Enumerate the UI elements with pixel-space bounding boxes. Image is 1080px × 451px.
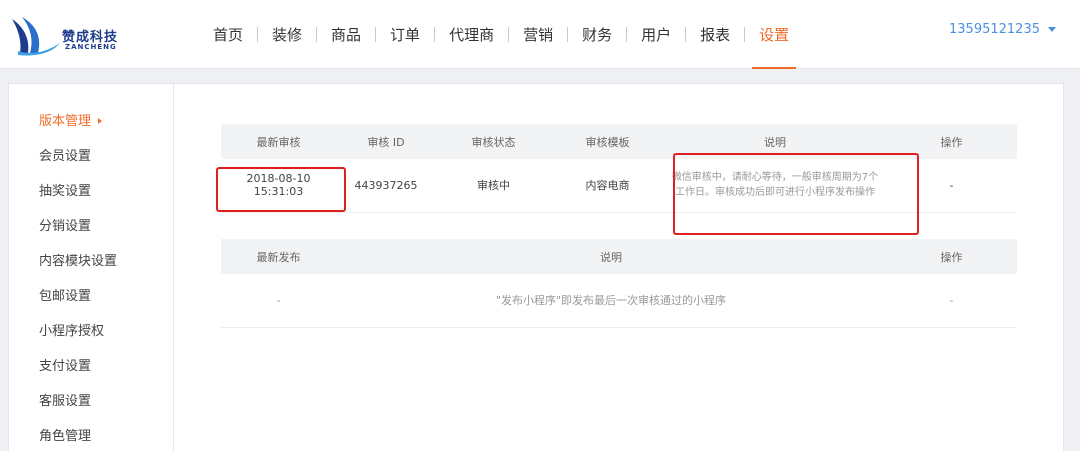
sidebar-item-version[interactable]: 版本管理 xyxy=(9,112,173,147)
arrow-right-icon xyxy=(98,117,103,124)
nav-item-marketing[interactable]: 营销 xyxy=(509,0,567,69)
main-nav: 首页 装修 商品 订单 代理商 营销 财务 用户 报表 设置 xyxy=(199,0,803,69)
audit-status: 审核中 xyxy=(436,159,551,213)
column-header: 最新审核 xyxy=(221,124,336,159)
column-header: 最新发布 xyxy=(221,239,336,274)
settings-sidebar: 版本管理 会员设置 抽奖设置 分销设置 内容模块设置 包邮设置 小程序授权 支付… xyxy=(9,84,174,451)
sidebar-item-label: 版本管理 xyxy=(39,114,92,129)
column-header: 审核 ID xyxy=(336,124,436,159)
logo-mark-icon xyxy=(12,17,60,56)
audit-id: 443937265 xyxy=(336,159,436,213)
sidebar-item-customer-service[interactable]: 客服设置 xyxy=(9,392,173,427)
user-menu[interactable]: 13595121235 xyxy=(949,22,1056,37)
sidebar-item-content-module[interactable]: 内容模块设置 xyxy=(9,252,173,287)
sidebar-item-distribution[interactable]: 分销设置 xyxy=(9,217,173,252)
release-note: "发布小程序"即发布最后一次审核通过的小程序 xyxy=(336,274,886,328)
highlight-box-time xyxy=(216,167,346,212)
sidebar-item-miniprogram-auth[interactable]: 小程序授权 xyxy=(9,322,173,357)
nav-item-home[interactable]: 首页 xyxy=(199,0,257,69)
nav-item-settings[interactable]: 设置 xyxy=(745,0,803,69)
top-header: 赞成科技 ZANCHENG 首页 装修 商品 订单 代理商 营销 财务 用户 报… xyxy=(0,0,1080,69)
nav-item-products[interactable]: 商品 xyxy=(317,0,375,69)
nav-item-reports[interactable]: 报表 xyxy=(686,0,744,69)
nav-item-users[interactable]: 用户 xyxy=(627,0,685,69)
content-panel: 版本管理 会员设置 抽奖设置 分销设置 内容模块设置 包邮设置 小程序授权 支付… xyxy=(8,83,1064,451)
brand-name-en: ZANCHENG xyxy=(65,43,117,51)
release-latest: - xyxy=(221,274,336,328)
column-header: 审核模板 xyxy=(551,124,664,159)
nav-item-orders[interactable]: 订单 xyxy=(376,0,434,69)
release-action: - xyxy=(886,274,1017,328)
column-header: 审核状态 xyxy=(436,124,551,159)
brand-logo[interactable]: 赞成科技 ZANCHENG xyxy=(6,10,136,60)
sidebar-item-member[interactable]: 会员设置 xyxy=(9,147,173,182)
highlight-box-note xyxy=(673,153,919,235)
column-header: 说明 xyxy=(336,239,886,274)
sidebar-item-payment[interactable]: 支付设置 xyxy=(9,357,173,392)
release-table: 最新发布 说明 操作 - "发布小程序"即发布最后一次审核通过的小程序 - xyxy=(221,239,1017,328)
table-header-row: 最新发布 说明 操作 xyxy=(221,239,1017,274)
table-row: - "发布小程序"即发布最后一次审核通过的小程序 - xyxy=(221,274,1017,328)
column-header: 操作 xyxy=(886,239,1017,274)
user-phone: 13595121235 xyxy=(949,22,1040,37)
sidebar-item-free-shipping[interactable]: 包邮设置 xyxy=(9,287,173,322)
sidebar-item-roles[interactable]: 角色管理 xyxy=(9,427,173,451)
sidebar-item-lottery[interactable]: 抽奖设置 xyxy=(9,182,173,217)
audit-template: 内容电商 xyxy=(551,159,664,213)
nav-item-finance[interactable]: 财务 xyxy=(568,0,626,69)
caret-down-icon xyxy=(1048,27,1056,32)
nav-item-agents[interactable]: 代理商 xyxy=(435,0,508,69)
nav-item-decoration[interactable]: 装修 xyxy=(258,0,316,69)
